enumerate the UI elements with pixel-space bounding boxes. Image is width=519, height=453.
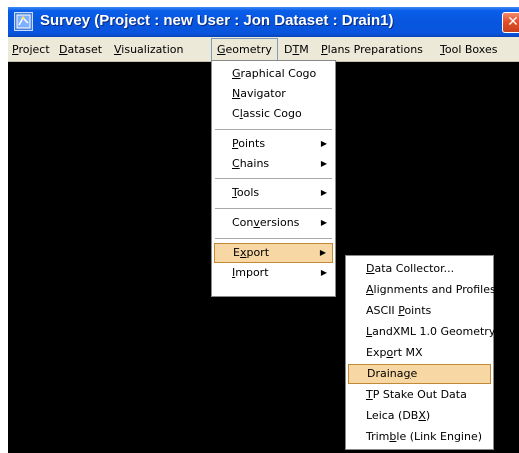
menu-separator — [215, 129, 332, 130]
menu-item-graphical-cogo[interactable]: Graphical Cogo — [214, 64, 333, 84]
alignments-mnemonic: A — [366, 283, 374, 296]
title-bar[interactable]: Survey (Project : new User : Jon Dataset… — [8, 7, 519, 37]
menu-item-export[interactable]: Export ▶ — [214, 243, 333, 263]
submenu-arrow-icon: ▶ — [320, 218, 327, 227]
menu-item-points[interactable]: Points ▶ — [214, 134, 333, 154]
drainage-label-rest: e — [410, 367, 418, 380]
app-window: Survey (Project : new User : Jon Dataset… — [8, 7, 519, 453]
menu-tool-boxes[interactable]: Tool Boxes — [440, 41, 497, 59]
menu-item-trimble[interactable]: Trimble (Link Engine) — [348, 427, 491, 447]
drainage-label-start: Draina — [367, 367, 404, 380]
leica-label-rest: ) — [425, 409, 431, 422]
trimble-label-rest: le (Link Engine) — [396, 430, 483, 443]
submenu-arrow-icon: ▶ — [320, 159, 327, 168]
menu-bar: Project Dataset Visualization Geometry D… — [8, 37, 519, 62]
menu-toolboxes-label: ool Boxes — [444, 43, 498, 56]
menu-item-tp-stake-out[interactable]: TP Stake Out Data — [348, 385, 491, 405]
export-mx-label-rest: rt MX — [393, 346, 423, 359]
points-label: oints — [238, 137, 266, 150]
leica-mnemonic: X — [418, 409, 426, 422]
menu-item-alignments-profiles[interactable]: Alignments and Profiles — [348, 280, 496, 300]
menu-plans-label: lans Preparations — [327, 43, 423, 56]
menu-plans-mnemonic: P — [321, 43, 328, 56]
ascii-points-label-rest: oints — [404, 304, 432, 317]
conversions-label-start: Con — [232, 216, 254, 229]
leica-label-start: Leica (DB — [366, 409, 419, 422]
menu-separator — [215, 208, 332, 209]
menu-item-chains[interactable]: Chains ▶ — [214, 154, 333, 174]
tp-stake-out-mnemonic: T — [366, 388, 373, 401]
menu-dtm[interactable]: DTM — [284, 41, 309, 59]
alignments-label: lignments and Profiles — [373, 283, 496, 296]
menu-item-tools[interactable]: Tools ▶ — [214, 183, 333, 203]
menu-visualization[interactable]: Visualization — [114, 41, 184, 59]
menu-project[interactable]: Project — [12, 41, 50, 59]
menu-item-conversions[interactable]: Conversions ▶ — [214, 213, 333, 233]
menu-item-landxml[interactable]: LandXML 1.0 Geometry — [348, 322, 495, 342]
navigator-mnemonic: N — [232, 87, 241, 100]
menu-geometry-mnemonic: G — [217, 43, 226, 56]
menu-plans-preparations[interactable]: Plans Preparations — [321, 41, 423, 59]
navigator-label: avigator — [240, 87, 286, 100]
survey-app-icon — [14, 12, 33, 31]
classic-cogo-label-rest: assic Cogo — [242, 107, 302, 120]
menu-item-navigator[interactable]: Navigator — [214, 84, 333, 104]
chains-mnemonic: C — [232, 157, 240, 170]
data-collector-label: ata Collector... — [374, 262, 455, 275]
menu-item-classic-cogo[interactable]: Classic Cogo — [214, 104, 333, 124]
export-label-rest: port — [246, 246, 270, 259]
menu-item-import[interactable]: Import ▶ — [214, 263, 333, 283]
menu-item-ascii-points[interactable]: ASCII Points — [348, 301, 491, 321]
import-label: mport — [235, 266, 269, 279]
landxml-label: andXML 1.0 Geometry — [372, 325, 496, 338]
graphical-cogo-label: raphical Cogo — [240, 67, 317, 80]
close-button[interactable]: ✕ — [502, 12, 519, 33]
submenu-arrow-icon: ▶ — [320, 139, 327, 148]
menu-dataset[interactable]: Dataset — [59, 41, 102, 59]
submenu-arrow-icon: ▶ — [320, 268, 327, 277]
drainage-mnemonic: g — [403, 367, 411, 380]
conversions-label-rest: ersions — [259, 216, 300, 229]
export-mx-label-start: Exp — [366, 346, 387, 359]
classic-cogo-label-c: C — [232, 107, 240, 120]
menu-item-leica-dbx[interactable]: Leica (DBX) — [348, 406, 491, 426]
menu-geometry-label: eometry — [225, 43, 272, 56]
submenu-arrow-icon: ▶ — [319, 248, 326, 257]
submenu-arrow-icon: ▶ — [320, 188, 327, 197]
menu-item-export-mx[interactable]: Export MX — [348, 343, 491, 363]
menu-geometry[interactable]: Geometry — [211, 38, 278, 60]
ascii-points-label-start: ASCII — [366, 304, 399, 317]
trimble-label-start: Trim — [366, 430, 390, 443]
menu-visualization-label: isualization — [121, 43, 184, 56]
export-label-e: E — [233, 246, 240, 259]
graphical-cogo-mnemonic: G — [232, 67, 241, 80]
menu-dataset-label: ataset — [67, 43, 103, 56]
tools-label: ools — [236, 186, 260, 199]
tp-stake-out-label: P Stake Out Data — [372, 388, 467, 401]
chains-label: hains — [239, 157, 270, 170]
menu-project-label: roject — [18, 43, 50, 56]
close-icon: ✕ — [507, 14, 519, 30]
export-submenu: Data Collector... Alignments and Profile… — [345, 255, 496, 450]
geometry-menu: Graphical Cogo Navigator Classic Cogo Po… — [211, 60, 336, 297]
menu-separator — [215, 238, 332, 239]
menu-dtm-label-m: M — [299, 43, 309, 56]
menu-item-drainage[interactable]: Drainage — [348, 364, 491, 384]
menu-item-data-collector[interactable]: Data Collector... — [348, 259, 491, 279]
menu-separator — [215, 178, 332, 179]
window-title: Survey (Project : new User : Jon Dataset… — [40, 12, 394, 29]
